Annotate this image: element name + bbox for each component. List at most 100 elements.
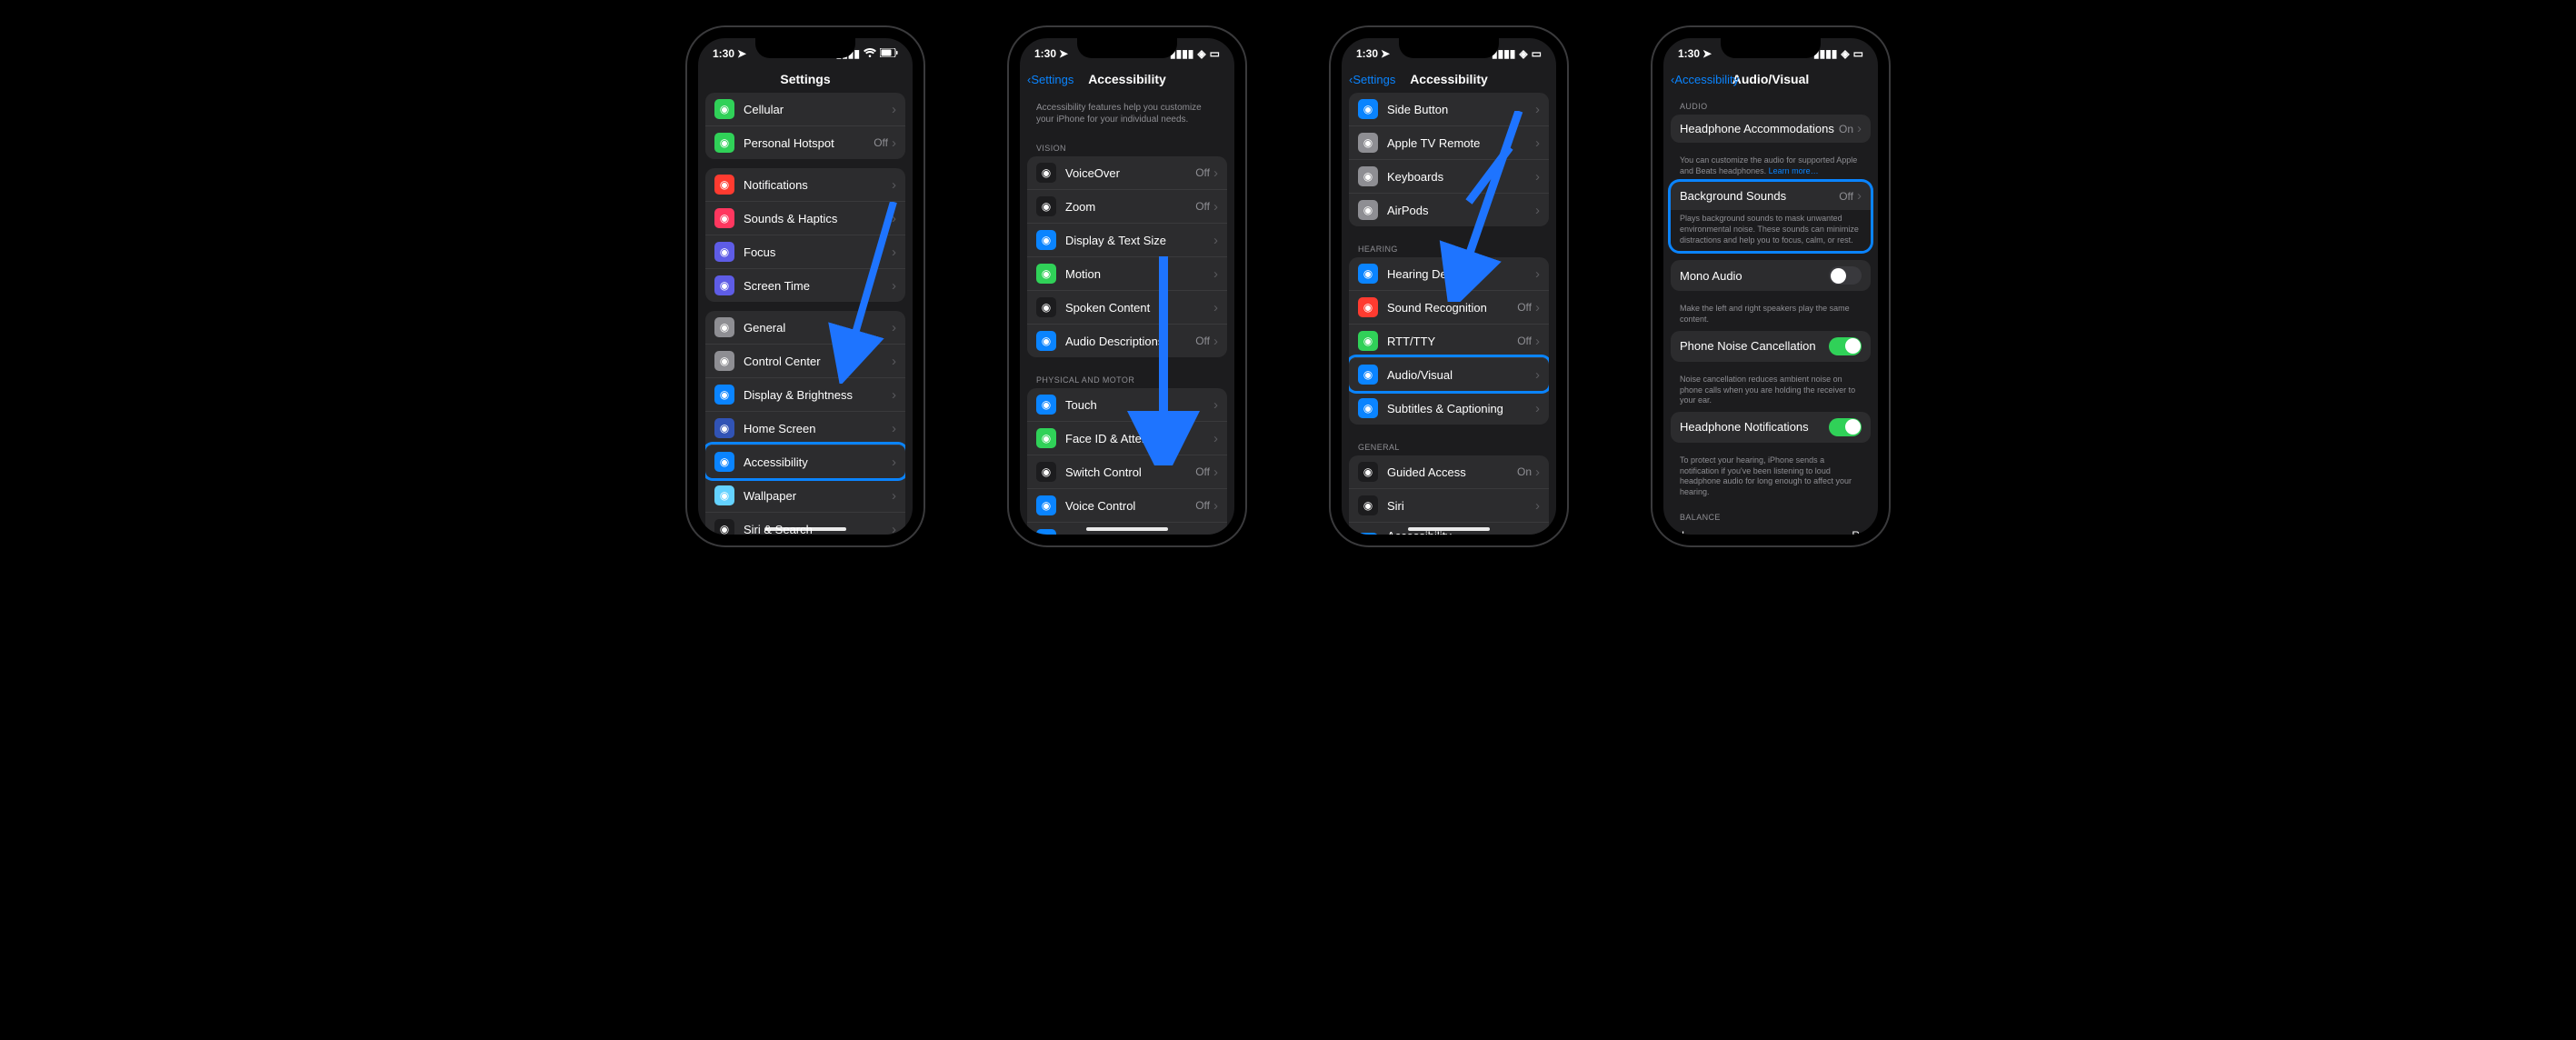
row-label: Focus xyxy=(744,245,892,259)
toggle-noise-cancel[interactable] xyxy=(1829,337,1862,355)
toggle-headphone-notif[interactable] xyxy=(1829,418,1862,436)
row-phone-noise-cancellation[interactable]: Phone Noise Cancellation xyxy=(1671,331,1871,362)
row-icon: ◉ xyxy=(1358,200,1378,220)
a11y-row-keyboards[interactable]: ◉Keyboards› xyxy=(1349,159,1549,193)
row-label: Side Button xyxy=(1065,533,1213,535)
back-button[interactable]: ‹ Accessibility xyxy=(1671,73,1739,86)
settings-row-focus[interactable]: ◉Focus› xyxy=(705,235,905,268)
a11y-row-hearing-devices[interactable]: ◉Hearing Devices› xyxy=(1349,257,1549,290)
row-label: General xyxy=(744,321,892,335)
row-label: Audio Descriptions xyxy=(1065,335,1195,348)
a11y-row-audio-visual[interactable]: ◉Audio/Visual› xyxy=(1349,357,1549,391)
row-headphone-accommodations[interactable]: Headphone Accommodations On › xyxy=(1671,115,1871,143)
a11y-row-rtt-tty[interactable]: ◉RTT/TTYOff› xyxy=(1349,324,1549,357)
settings-row-home-screen[interactable]: ◉Home Screen› xyxy=(705,411,905,445)
footer-mono: Make the left and right speakers play th… xyxy=(1671,300,1871,330)
chevron-right-icon: › xyxy=(1857,188,1862,204)
a11y-row-zoom[interactable]: ◉ZoomOff› xyxy=(1027,189,1227,223)
a11y-row-siri[interactable]: ◉Siri› xyxy=(1349,488,1549,522)
row-label: Touch xyxy=(1065,398,1213,412)
toggle-mono-audio[interactable] xyxy=(1829,266,1862,285)
a11y-row-motion[interactable]: ◉Motion› xyxy=(1027,256,1227,290)
content-scroll[interactable]: Accessibility features help you customiz… xyxy=(1020,93,1234,535)
content-scroll[interactable]: ◉Cellular›◉Personal HotspotOff› ◉Notific… xyxy=(698,93,913,535)
content-scroll[interactable]: ◉Side Button›◉Apple TV Remote›◉Keyboards… xyxy=(1342,93,1556,535)
row-icon: ◉ xyxy=(714,519,734,535)
row-value: Off xyxy=(874,136,888,149)
row-label: AirPods xyxy=(1387,204,1535,217)
notch xyxy=(755,38,855,58)
learn-more-link[interactable]: Learn more… xyxy=(1769,166,1819,175)
row-label: Voice Control xyxy=(1065,499,1195,513)
chevron-right-icon: › xyxy=(892,211,896,226)
row-icon: ◉ xyxy=(1036,331,1056,351)
back-label: Accessibility xyxy=(1674,73,1739,86)
a11y-row-audio-descriptions[interactable]: ◉Audio DescriptionsOff› xyxy=(1027,324,1227,357)
row-label: Personal Hotspot xyxy=(744,136,874,150)
a11y-row-side-button[interactable]: ◉Side Button› xyxy=(1349,93,1549,125)
settings-row-wallpaper[interactable]: ◉Wallpaper› xyxy=(705,478,905,512)
settings-row-display-brightness[interactable]: ◉Display & Brightness› xyxy=(705,377,905,411)
settings-row-control-center[interactable]: ◉Control Center› xyxy=(705,344,905,377)
settings-row-accessibility[interactable]: ◉Accessibility› xyxy=(705,445,905,478)
a11y-row-sound-recognition[interactable]: ◉Sound RecognitionOff› xyxy=(1349,290,1549,324)
chevron-right-icon: › xyxy=(1213,165,1218,181)
chevron-right-icon: › xyxy=(1213,431,1218,446)
row-icon: ◉ xyxy=(1358,398,1378,418)
row-label: Siri xyxy=(1387,499,1535,513)
a11y-row-touch[interactable]: ◉Touch› xyxy=(1027,388,1227,421)
settings-row-notifications[interactable]: ◉Notifications› xyxy=(705,168,905,201)
row-mono-audio[interactable]: Mono Audio xyxy=(1671,260,1871,291)
value: Off xyxy=(1839,190,1853,203)
a11y-row-subtitles-captioning[interactable]: ◉Subtitles & Captioning› xyxy=(1349,391,1549,425)
back-label: Settings xyxy=(1031,73,1073,86)
row-icon: ◉ xyxy=(714,317,734,337)
row-background-sounds[interactable]: Background Sounds Off › xyxy=(1671,182,1871,210)
home-indicator[interactable] xyxy=(1086,527,1168,531)
row-icon: ◉ xyxy=(714,418,734,438)
home-indicator[interactable] xyxy=(764,527,846,531)
notch xyxy=(1077,38,1177,58)
chevron-right-icon: › xyxy=(1213,532,1218,535)
a11y-row-guided-access[interactable]: ◉Guided AccessOn› xyxy=(1349,455,1549,488)
row-label: Home Screen xyxy=(744,422,892,435)
navbar: Settings xyxy=(698,65,913,93)
settings-row-general[interactable]: ◉General› xyxy=(705,311,905,344)
row-icon: ◉ xyxy=(1036,230,1056,250)
row-value: Off xyxy=(1195,465,1210,478)
a11y-row-display-text-size[interactable]: ◉Display & Text Size› xyxy=(1027,223,1227,256)
footer-noise: Noise cancellation reduces ambient noise… xyxy=(1671,371,1871,412)
a11y-row-switch-control[interactable]: ◉Switch ControlOff› xyxy=(1027,455,1227,488)
row-label: Zoom xyxy=(1065,200,1195,214)
navbar: ‹ Settings Accessibility xyxy=(1342,65,1556,93)
content-scroll[interactable]: AUDIO Headphone Accommodations On › You … xyxy=(1663,93,1878,535)
group-background-sounds-highlight: Background Sounds Off › Plays background… xyxy=(1671,182,1871,251)
wifi-icon: ◈ xyxy=(1519,47,1527,60)
balance-right-label: R xyxy=(1852,529,1860,535)
settings-row-personal-hotspot[interactable]: ◉Personal HotspotOff› xyxy=(705,125,905,159)
row-headphone-notifications[interactable]: Headphone Notifications xyxy=(1671,412,1871,443)
home-indicator[interactable] xyxy=(1408,527,1490,531)
a11y-row-face-id-attention[interactable]: ◉Face ID & Attention› xyxy=(1027,421,1227,455)
section-header-motor: PHYSICAL AND MOTOR xyxy=(1027,366,1227,388)
back-button[interactable]: ‹ Settings xyxy=(1349,73,1395,86)
settings-row-siri-search[interactable]: ◉Siri & Search› xyxy=(705,512,905,535)
back-button[interactable]: ‹ Settings xyxy=(1027,73,1073,86)
chevron-right-icon: › xyxy=(892,177,896,193)
a11y-row-spoken-content[interactable]: ◉Spoken Content› xyxy=(1027,290,1227,324)
a11y-row-voice-control[interactable]: ◉Voice ControlOff› xyxy=(1027,488,1227,522)
a11y-row-apple-tv-remote[interactable]: ◉Apple TV Remote› xyxy=(1349,125,1549,159)
row-icon: ◉ xyxy=(1036,297,1056,317)
chevron-right-icon: › xyxy=(1213,498,1218,514)
location-icon: ➤ xyxy=(1059,47,1068,60)
a11y-row-airpods[interactable]: ◉AirPods› xyxy=(1349,193,1549,226)
row-icon: ◉ xyxy=(714,351,734,371)
settings-row-cellular[interactable]: ◉Cellular› xyxy=(705,93,905,125)
chevron-right-icon: › xyxy=(892,102,896,117)
row-label: Audio/Visual xyxy=(1387,368,1535,382)
settings-row-sounds-haptics[interactable]: ◉Sounds & Haptics› xyxy=(705,201,905,235)
a11y-row-voiceover[interactable]: ◉VoiceOverOff› xyxy=(1027,156,1227,189)
settings-row-screen-time[interactable]: ◉Screen Time› xyxy=(705,268,905,302)
row-label: Sound Recognition xyxy=(1387,301,1517,315)
label: Mono Audio xyxy=(1680,269,1829,283)
